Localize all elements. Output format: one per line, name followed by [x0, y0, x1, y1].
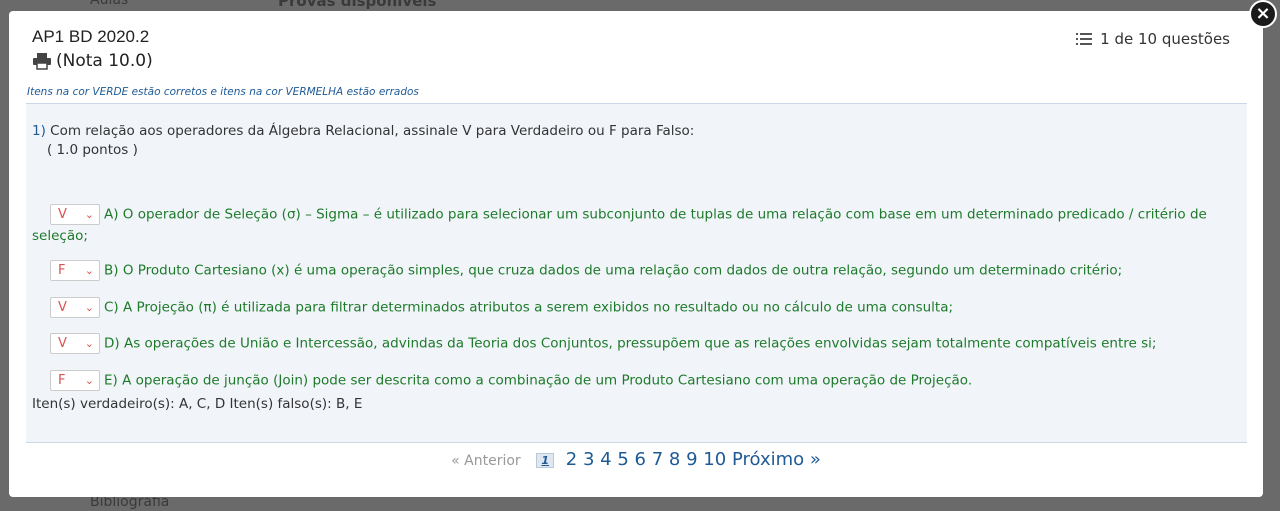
grade-row: (Nota 10.0)	[32, 51, 153, 71]
counter-text: 1 de 10 questões	[1100, 30, 1230, 48]
next-link[interactable]: Próximo »	[732, 449, 821, 470]
page-link-7[interactable]: 7	[652, 449, 663, 470]
answer-select-value: F	[58, 263, 66, 278]
background-heading: Provas disponíveis	[278, 0, 437, 10]
chevron-down-icon: ⌄	[84, 301, 94, 314]
answer-item-text: C) A Projeção (π) é utilizada para filtr…	[104, 299, 954, 316]
answer-item-a: V ⌄ A) O operador de Seleção (σ) – Sigma –…	[32, 204, 1212, 247]
page-link-8[interactable]: 8	[669, 449, 680, 470]
page-link-6[interactable]: 6	[635, 449, 646, 470]
answer-item-b: F ⌄ B) O Produto Cartesiano (x) é uma oper…	[32, 260, 1212, 282]
pagination: « Anterior 1 2 3 4 5 6 7 8 9 10 Próximo …	[9, 449, 1263, 470]
question-statement: Com relação aos operadores da Álgebra Re…	[50, 123, 695, 139]
print-icon[interactable]	[32, 52, 52, 70]
question-number: 1)	[32, 123, 46, 139]
answer-item-text: A) O operador de Seleção (σ) – Sigma – é…	[32, 206, 1207, 244]
answer-select-b[interactable]: F ⌄	[50, 260, 100, 281]
question-panel: 1) Com relação aos operadores da Álgebra…	[26, 103, 1247, 443]
answer-select-c[interactable]: V ⌄	[50, 297, 100, 318]
exam-modal: AP1 BD 2020.2 (Nota 10.0) 1 de 10 questõ…	[9, 11, 1263, 497]
chevron-down-icon: ⌄	[84, 208, 94, 221]
answer-item-text: B) O Produto Cartesiano (x) é uma operaç…	[104, 262, 1123, 279]
answer-select-d[interactable]: V ⌄	[50, 333, 100, 354]
exam-title: AP1 BD 2020.2	[32, 27, 150, 46]
answer-item-c: V ⌄ C) A Projeção (π) é utilizada para fil…	[32, 297, 1212, 319]
answer-item-d: V ⌄ D) As operações de União e Intercessão…	[32, 333, 1212, 355]
answer-select-value: F	[58, 373, 66, 388]
list-icon	[1076, 32, 1093, 46]
page-link-10[interactable]: 10	[703, 449, 726, 470]
background-menu-item: Aulas	[90, 0, 129, 8]
chevron-down-icon: ⌄	[84, 337, 94, 350]
answer-summary: Iten(s) verdadeiro(s): A, C, D Iten(s) f…	[32, 396, 363, 412]
grade-label: (Nota 10.0)	[56, 51, 153, 71]
answer-select-value: V	[58, 207, 67, 222]
question-text: 1) Com relação aos operadores da Álgebra…	[32, 123, 694, 139]
chevron-down-icon: ⌄	[84, 374, 94, 387]
page-link-9[interactable]: 9	[686, 449, 697, 470]
page-link-3[interactable]: 3	[583, 449, 594, 470]
close-button[interactable]: ×	[1249, 0, 1277, 28]
chevron-down-icon: ⌄	[84, 264, 94, 277]
page-link-2[interactable]: 2	[566, 449, 577, 470]
question-points: ( 1.0 pontos )	[47, 142, 138, 158]
question-counter: 1 de 10 questões	[1076, 30, 1230, 48]
page-link-4[interactable]: 4	[600, 449, 611, 470]
previous-link[interactable]: « Anterior	[451, 453, 521, 469]
answer-item-e: F ⌄ E) A operação de junção (Join) pode se…	[32, 370, 1212, 392]
answer-select-value: V	[58, 300, 67, 315]
answer-select-a[interactable]: V ⌄	[50, 204, 100, 225]
answer-select-e[interactable]: F ⌄	[50, 370, 100, 391]
answer-item-text: E) A operação de junção (Join) pode ser …	[104, 372, 973, 389]
answer-item-text: D) As operações de União e Intercessão, …	[104, 335, 1157, 352]
answer-select-value: V	[58, 336, 67, 351]
page-link-5[interactable]: 5	[617, 449, 628, 470]
current-page: 1	[536, 452, 555, 468]
color-legend: Itens na cor VERDE estão corretos e iten…	[27, 86, 419, 98]
